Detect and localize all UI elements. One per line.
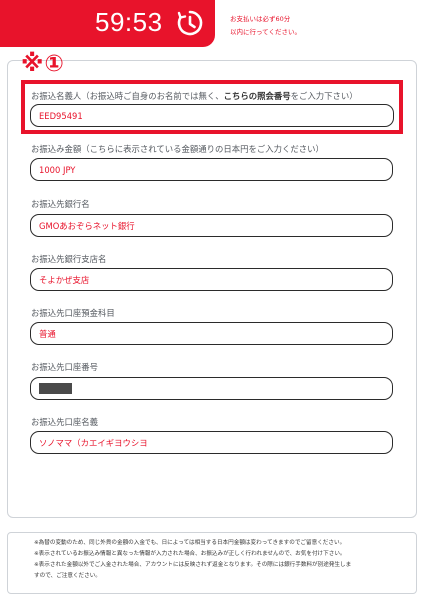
note-exchange-rate: ※為替の変動のため、同じ外貨の金額の入金でも、日によっては相当する日本円金額は変… xyxy=(34,540,346,546)
clock-icon xyxy=(177,10,203,36)
payer-name-label-prefix: お振込名義人（お振込時ご自身のお名前では無く、 xyxy=(31,91,224,101)
payment-deadline-note: お支払いは必ず60分 以内に行ってください。 xyxy=(230,13,420,39)
amount-value: 1000 JPY xyxy=(39,164,76,175)
bank-name-label: お振込先銀行名 xyxy=(31,199,90,209)
account-holder-field[interactable]: ソノママ（カエイギヨウシヨ xyxy=(30,431,393,454)
reference-number-emphasis: こちらの照会番号 xyxy=(223,91,291,101)
branch-name-value: そよかぜ支店 xyxy=(39,274,90,285)
payer-name-label-suffix: をご入力下さい） xyxy=(290,91,358,101)
countdown-banner: 59:53 xyxy=(0,0,215,47)
annotation-marker: ※① xyxy=(21,51,65,77)
account-type-field[interactable]: 普通 xyxy=(30,322,393,345)
payer-name-field[interactable]: EED95491 xyxy=(30,104,394,127)
amount-label: お振込み金額（こちらに表示されている金額通りの日本円をご入力ください） xyxy=(31,144,324,154)
bank-name-value: GMOあおぞらネット銀行 xyxy=(39,220,135,231)
account-number-field[interactable] xyxy=(30,377,393,400)
branch-name-label: お振込先銀行支店名 xyxy=(31,254,107,264)
payer-name-label: お振込名義人（お振込時ご自身のお名前では無く、こちらの照会番号をご入力下さい） xyxy=(31,90,358,102)
redacted-account-number xyxy=(39,383,72,394)
account-type-value: 普通 xyxy=(39,328,56,339)
account-holder-value: ソノママ（カエイギヨウシヨ xyxy=(39,437,148,448)
bank-name-field[interactable]: GMOあおぞらネット銀行 xyxy=(30,214,393,237)
account-holder-label: お振込先口座名義 xyxy=(31,417,98,427)
account-type-label: お振込先口座預金科目 xyxy=(31,308,115,318)
payer-name-value: EED95491 xyxy=(39,110,83,121)
payment-deadline-note-line2: 以内に行ってください。 xyxy=(230,28,301,36)
countdown-time: 59:53 xyxy=(95,7,163,37)
note-different-amount: ※表示された金額以外でご入金された場合、アカウントには反映されず返金となります。… xyxy=(34,562,352,568)
payment-deadline-note-line1: お支払いは必ず60分 xyxy=(230,15,291,23)
branch-name-field[interactable]: そよかぜ支店 xyxy=(30,268,393,291)
amount-field[interactable]: 1000 JPY xyxy=(30,158,393,181)
account-number-label: お振込先口座番号 xyxy=(31,362,98,372)
note-different-amount-cont: すので、ご注意ください。 xyxy=(34,573,101,579)
note-mismatched-info: ※表示されているお振込み情報と異なった情報が入力された場合、お振込みが正しく行わ… xyxy=(34,551,346,557)
